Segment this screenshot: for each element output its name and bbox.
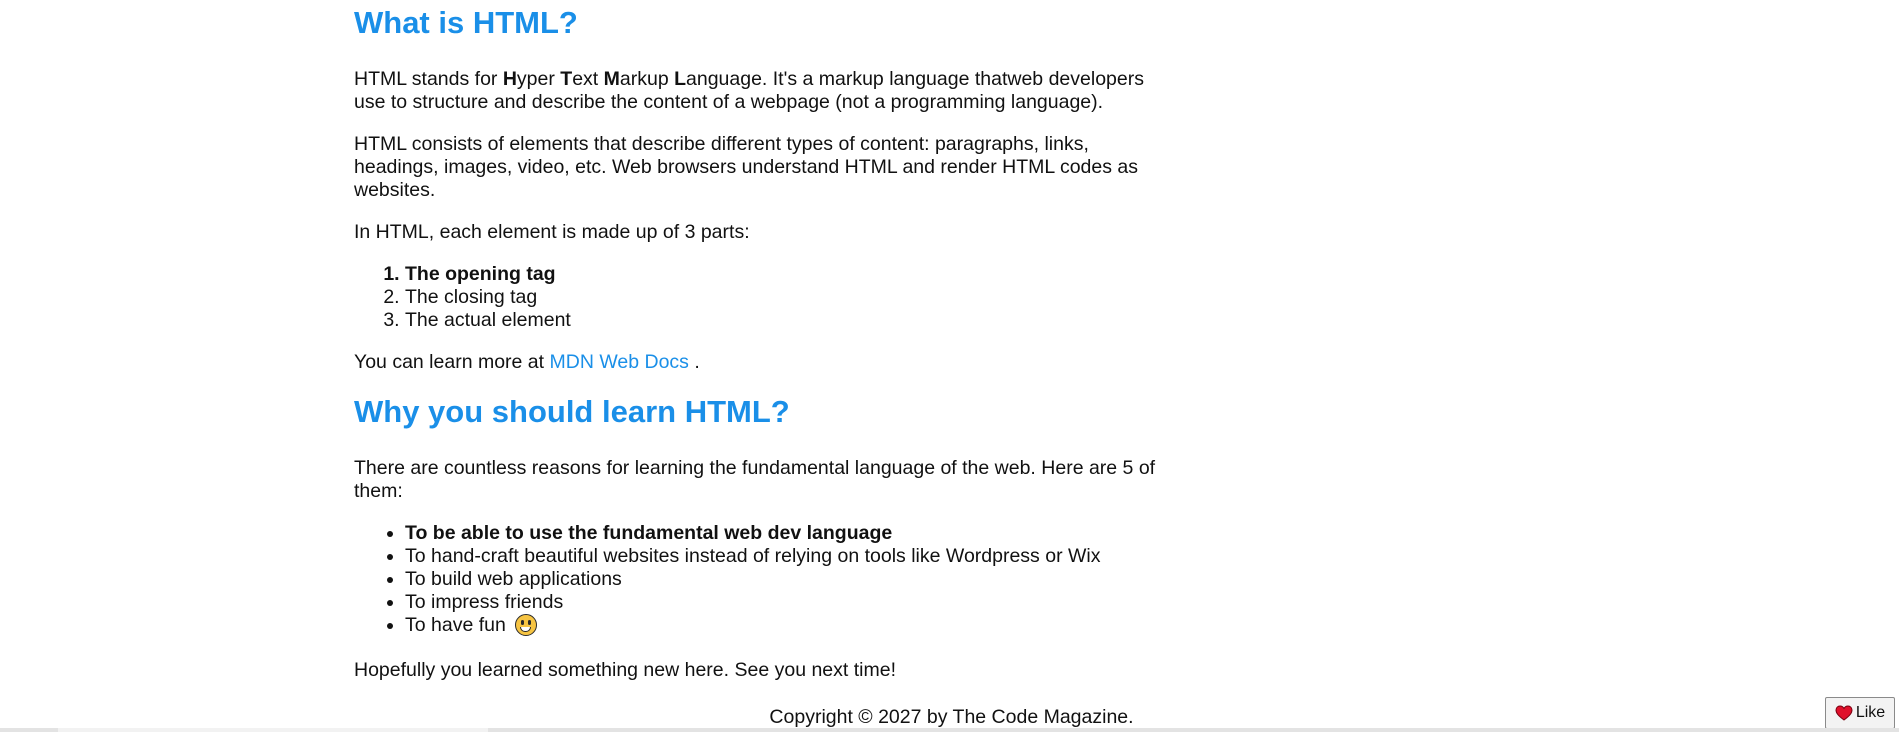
horizontal-scrollbar[interactable] — [0, 728, 1899, 732]
article: What is HTML? HTML stands for Hyper Text… — [354, 0, 1174, 682]
text-segment: HTML stands for — [354, 68, 503, 90]
paragraph-element-parts-intro: In HTML, each element is made up of 3 pa… — [354, 221, 750, 243]
bold-letter-t: T — [560, 68, 573, 90]
text-segment: arkup — [619, 68, 675, 90]
list-item: The closing tag — [405, 286, 1174, 309]
grinning-face-emoji-icon — [515, 614, 538, 636]
list-item: To build web applications — [405, 568, 1174, 591]
reasons-list: To be able to use the fundamental web de… — [354, 522, 1174, 637]
bold-letter-m: M — [603, 68, 620, 90]
paragraph-closing: Hopefully you learned something new here… — [354, 659, 896, 681]
footer-copyright: Copyright © 2027 by The Code Magazine. — [769, 706, 1134, 728]
bold-letter-h: H — [502, 68, 517, 90]
list-item-have-fun: To have fun — [405, 614, 1174, 637]
like-button-label: Like — [1855, 704, 1886, 721]
mdn-web-docs-link[interactable]: MDN Web Docs — [550, 351, 689, 373]
page: What is HTML? HTML stands for Hyper Text… — [0, 0, 1899, 732]
paragraph-reasons-intro: There are countless reasons for learning… — [354, 457, 1156, 502]
list-item: The actual element — [405, 309, 1174, 332]
paragraph-html-stands-for: HTML stands for Hyper Text Markup Langua… — [354, 68, 1174, 114]
text-segment: ext — [572, 68, 604, 90]
text-segment: . — [688, 351, 700, 373]
heart-icon — [1835, 705, 1853, 721]
list-item-label: To have fun — [405, 614, 506, 636]
text-segment: You can learn more at — [354, 351, 550, 373]
heading-why-learn-html: Why you should learn HTML? — [354, 394, 790, 429]
element-parts-list: The opening tag The closing tag The actu… — [354, 263, 1174, 332]
paragraph-html-elements: HTML consists of elements that describe … — [354, 133, 1138, 201]
like-button[interactable]: Like — [1825, 697, 1895, 729]
text-segment: yper — [516, 68, 561, 90]
list-item: To impress friends — [405, 591, 1174, 614]
list-item: The opening tag — [405, 263, 1174, 286]
heading-what-is-html: What is HTML? — [354, 5, 578, 40]
bold-letter-l: L — [674, 68, 687, 90]
scrollbar-thumb[interactable] — [58, 728, 488, 732]
list-item: To hand-craft beautiful websites instead… — [405, 545, 1174, 568]
paragraph-learn-more: You can learn more at MDN Web Docs . — [354, 351, 1174, 374]
list-item: To be able to use the fundamental web de… — [405, 522, 1174, 545]
